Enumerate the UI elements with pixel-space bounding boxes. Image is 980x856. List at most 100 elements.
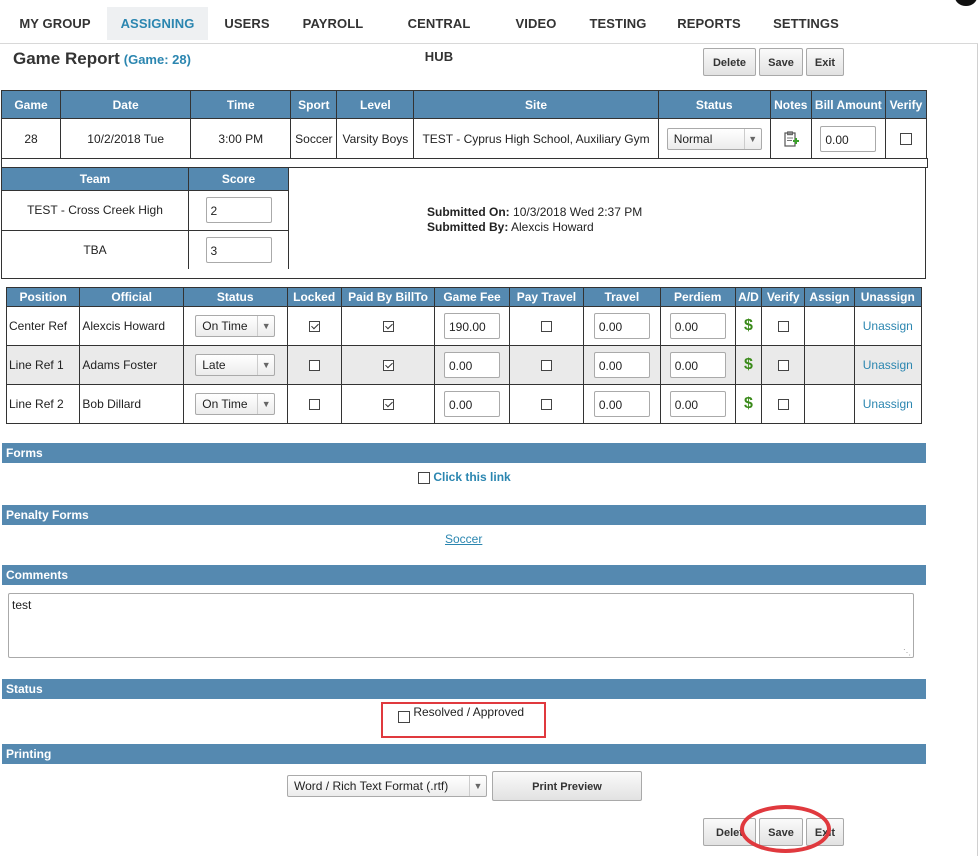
pay-travel-checkbox[interactable] [540, 321, 552, 333]
dollar-icon[interactable]: $ [744, 317, 753, 334]
col-position: Position [5, 287, 81, 307]
paid-cell [340, 384, 436, 424]
nav-divider [0, 43, 978, 44]
official-verify-checkbox[interactable] [777, 360, 789, 372]
col-pay-travel: Pay Travel [508, 287, 585, 307]
dollar-icon[interactable]: $ [744, 356, 753, 373]
pay-travel-checkbox[interactable] [540, 360, 552, 372]
submitted-by-label: Submitted By: [427, 220, 509, 234]
resize-handle-icon[interactable]: ⋱ [903, 648, 911, 657]
col-paid-by-billto: Paid By BillTo [340, 287, 436, 307]
nav-payroll[interactable]: PAYROLL [301, 7, 365, 40]
unassign-link[interactable]: Unassign [863, 397, 913, 411]
nav-users[interactable]: USERS [222, 7, 272, 40]
perdiem-input[interactable]: 0.00 [669, 391, 726, 417]
col-locked: Locked [286, 287, 342, 307]
official-verify-checkbox[interactable] [777, 321, 789, 333]
nav-testing[interactable]: TESTING [588, 7, 648, 40]
forms-checkbox[interactable] [418, 471, 430, 484]
locked-checkbox[interactable] [308, 399, 320, 411]
bill-amount-input[interactable]: 0.00 [820, 125, 877, 152]
nav-assigning[interactable]: ASSIGNING [107, 7, 208, 40]
unassign-link[interactable]: Unassign [863, 319, 913, 333]
pay-travel-checkbox[interactable] [540, 399, 552, 411]
unassign-link[interactable]: Unassign [863, 358, 913, 372]
exit-button[interactable]: Exit [806, 48, 844, 76]
nav-my-group[interactable]: MY GROUP [16, 7, 94, 40]
bill-amount-cell: 0.00 [810, 118, 886, 159]
col-official-status: Status [182, 287, 288, 307]
travel-cell: 0.00 [583, 345, 661, 385]
perdiem-input[interactable]: 0.00 [669, 313, 726, 339]
locked-checkbox[interactable] [308, 321, 320, 333]
chevron-down-icon: ▼ [257, 355, 274, 375]
col-sport: Sport [290, 90, 338, 119]
official-row: Line Ref 1 Adams Foster Late ▼ 0.00 0.00 … [5, 345, 923, 385]
col-perdiem: Perdiem [659, 287, 736, 307]
paid-by-billto-checkbox[interactable] [382, 321, 394, 333]
game-status-select[interactable]: Normal ▼ [666, 127, 762, 150]
nav-central-hub[interactable]: CENTRAL HUB [394, 7, 484, 64]
game-row: 28 10/2/2018 Tue 3:00 PM Soccer Varsity … [0, 118, 928, 159]
game-fee-input[interactable]: 0.00 [444, 352, 500, 378]
penalty-form-link[interactable]: Soccer [445, 532, 482, 546]
travel-input[interactable]: 0.00 [593, 391, 650, 417]
col-game-fee: Game Fee [434, 287, 510, 307]
col-official-verify: Verify [761, 287, 806, 307]
official-status-select[interactable]: On Time ▼ [195, 315, 276, 337]
score-input[interactable]: 3 [205, 236, 272, 263]
printing-header: Printing [2, 744, 926, 764]
penalty-forms-header: Penalty Forms [2, 505, 926, 525]
delete-button[interactable]: Delete [703, 48, 756, 76]
avatar[interactable] [955, 0, 977, 6]
game-table: Game Date Time Sport Level Site Status N… [0, 90, 928, 159]
game-fee-input[interactable]: 0.00 [444, 391, 500, 417]
score-input[interactable]: 2 [205, 197, 272, 223]
official-status-select[interactable]: Late ▼ [195, 354, 276, 376]
chevron-down-icon: ▼ [743, 128, 761, 149]
highlight-box [381, 702, 546, 738]
submitted-by-value: Alexcis Howard [511, 220, 594, 234]
col-date: Date [60, 90, 192, 119]
comments-textarea[interactable]: test ⋱ [8, 593, 914, 658]
perdiem-cell: 0.00 [659, 384, 736, 424]
verify-checkbox[interactable] [899, 133, 912, 146]
table-spacer [1, 158, 928, 168]
nav-reports[interactable]: REPORTS [677, 7, 741, 40]
save-button[interactable]: Save [759, 48, 803, 76]
clipboard-add-icon[interactable] [783, 130, 799, 147]
print-preview-button[interactable]: Print Preview [492, 771, 642, 801]
assign-cell [804, 306, 855, 346]
official-verify-cell [761, 306, 806, 346]
assign-cell [804, 384, 855, 424]
forms-link[interactable]: Click this link [433, 470, 510, 484]
dollar-icon[interactable]: $ [744, 395, 753, 412]
nav-settings[interactable]: SETTINGS [771, 7, 841, 40]
official-name: Alexcis Howard [79, 306, 184, 346]
travel-cell: 0.00 [583, 384, 661, 424]
game-status-cell: Normal ▼ [657, 118, 771, 159]
official-verify-checkbox[interactable] [777, 399, 789, 411]
official-status-select[interactable]: On Time ▼ [195, 393, 276, 415]
team-name: TBA [2, 229, 189, 269]
travel-input[interactable]: 0.00 [593, 313, 650, 339]
score-cell: 3 [188, 229, 289, 269]
score-row: TEST - Cross Creek High 2 [2, 189, 289, 231]
official-status-value: On Time [202, 319, 248, 333]
comments-value: test [12, 598, 32, 612]
page-title: Game Report (Game: 28) [13, 49, 191, 69]
perdiem-input[interactable]: 0.00 [669, 352, 726, 378]
forms-link-row: Click this link [418, 470, 511, 484]
travel-input[interactable]: 0.00 [593, 352, 650, 378]
paid-by-billto-checkbox[interactable] [382, 399, 394, 411]
official-name: Adams Foster [79, 345, 184, 385]
paid-by-billto-checkbox[interactable] [382, 360, 394, 372]
print-format-select[interactable]: Word / Rich Text Format (.rtf) ▼ [287, 775, 487, 797]
game-fee-input[interactable]: 190.00 [444, 313, 500, 339]
locked-checkbox[interactable] [308, 360, 320, 372]
score-cell: 2 [188, 189, 289, 231]
ad-cell: $ [734, 384, 763, 424]
assign-cell [804, 345, 855, 385]
perdiem-cell: 0.00 [659, 345, 736, 385]
nav-video[interactable]: VIDEO [513, 7, 559, 40]
